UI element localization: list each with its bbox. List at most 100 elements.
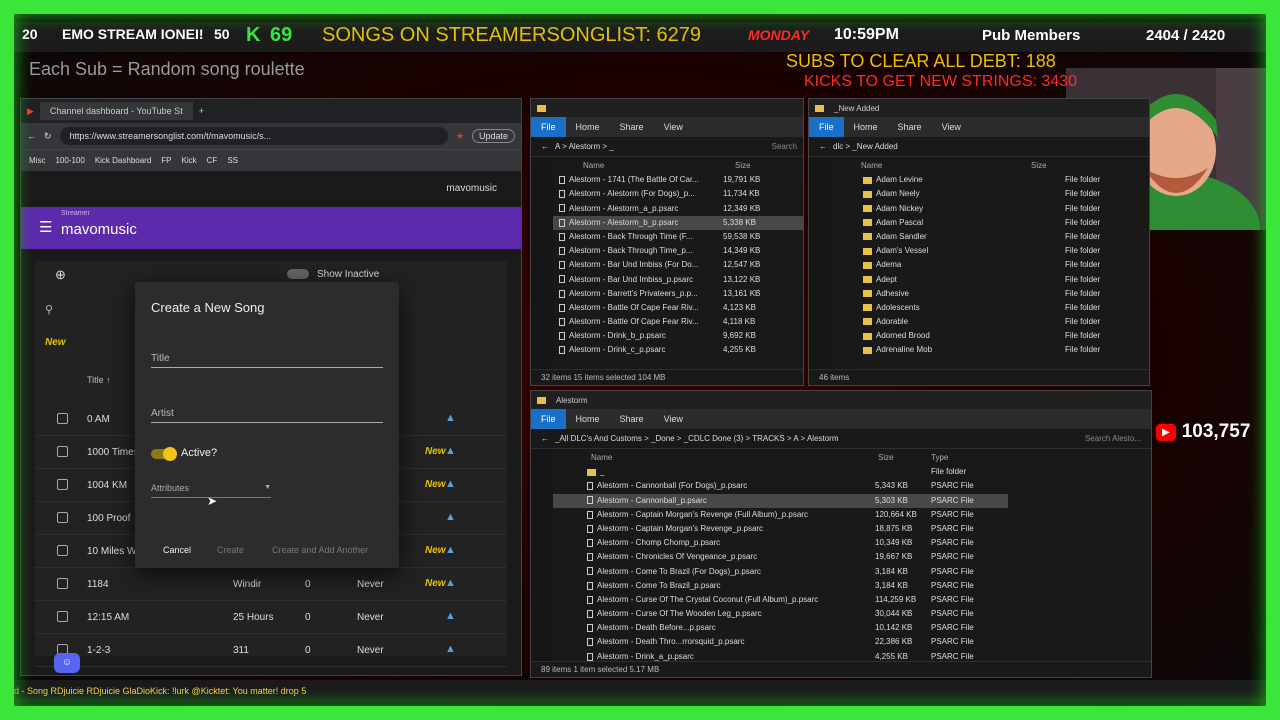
explorer1-path[interactable]: A > Alestorm > _ <box>555 142 614 151</box>
explorer2-path[interactable]: dlc > _New Added <box>833 142 898 151</box>
explorer2-folder-row[interactable]: Adolescents File folder <box>831 301 1149 315</box>
explorer1-file-row[interactable]: Alestorm - Back Through Time_p... 14,349 … <box>553 244 803 258</box>
artist-field[interactable]: Artist <box>151 403 383 423</box>
explorer3-file-row[interactable]: Alestorm - Chronicles Of Vengeance_p.psa… <box>553 550 1008 564</box>
song-row[interactable]: 12:15 AM 25 Hours 0 Never ▲ <box>35 601 507 634</box>
explorer1-file-row[interactable]: Alestorm - Bar Und Imbiss_p.psarc 13,122 … <box>553 273 803 287</box>
explorer3-file-row[interactable]: Alestorm - Captain Morgan's Revenge (Ful… <box>553 508 1008 522</box>
explorer3-file-row[interactable]: Alestorm - Cannonball (For Dogs)_p.psarc… <box>553 479 1008 493</box>
explorer3-file-row[interactable]: Alestorm - Captain Morgan's Revenge_p.ps… <box>553 522 1008 536</box>
explorer1-file-row[interactable]: Alestorm - Alestorm_a_p.psarc 12,349 KB <box>553 202 803 216</box>
row-checkbox[interactable] <box>57 578 68 589</box>
explorer1-file-row[interactable]: Alestorm - Barrett's Privateers_p.p... 13… <box>553 287 803 301</box>
row-checkbox[interactable] <box>57 446 68 457</box>
explorer1-file-row[interactable]: Alestorm - Alestorm_b_p.psarc 5,338 KB <box>553 215 803 230</box>
explorer1-file-row[interactable]: Alestorm - Back Through Time (F... 59,538… <box>553 230 803 244</box>
explorer2-tab-home[interactable]: Home <box>844 122 888 132</box>
bookmark-100[interactable]: 100-100 <box>55 156 84 165</box>
explorer3-file-row[interactable]: Alestorm - Death Thro...rrorsquid_p.psar… <box>553 635 1008 649</box>
bookmark-star-icon[interactable]: ★ <box>456 131 464 142</box>
flame-icon[interactable]: ▲ <box>445 445 456 457</box>
bookmark-kick[interactable]: Kick <box>182 156 197 165</box>
create-add-another-button[interactable]: Create and Add Another <box>272 545 368 555</box>
explorer3-file-row[interactable]: Alestorm - Come To Brazil (For Dogs)_p.p… <box>553 565 1008 579</box>
explorer3-col-name[interactable]: Name <box>591 451 612 465</box>
explorer3-search[interactable]: Search Alesto... <box>1085 434 1141 443</box>
browser-tab-title[interactable]: Channel dashboard - YouTube St <box>39 102 193 120</box>
explorer3-file-row[interactable]: Alestorm - Curse Of The Wooden Leg_p.psa… <box>553 607 1008 621</box>
explorer2-col-size[interactable]: Size <box>1031 159 1047 173</box>
cancel-button[interactable]: Cancel <box>163 545 191 555</box>
explorer3-col-size[interactable]: Size <box>878 451 894 465</box>
explorer1-tab-share[interactable]: Share <box>610 122 654 132</box>
menu-icon[interactable]: ☰ <box>39 218 52 236</box>
flame-icon[interactable]: ▲ <box>445 544 456 556</box>
explorer3-file-row[interactable]: Alestorm - Chomp Chomp_p.psarc 10,349 KB P… <box>553 536 1008 550</box>
row-checkbox[interactable] <box>57 413 68 424</box>
explorer3-col-type[interactable]: Type <box>931 451 948 465</box>
back-icon[interactable]: ← <box>27 131 36 141</box>
explorer3-tab-share[interactable]: Share <box>610 414 654 424</box>
row-checkbox[interactable] <box>57 479 68 490</box>
explorer2-folder-row[interactable]: Adhesive File folder <box>831 287 1149 301</box>
explorer1-tab-view[interactable]: View <box>654 122 693 132</box>
explorer2-folder-row[interactable]: Adam Nickey File folder <box>831 202 1149 216</box>
title-field[interactable]: Title <box>151 348 383 368</box>
bookmark-fp[interactable]: FP <box>161 156 171 165</box>
add-song-icon[interactable]: ⊕ <box>55 267 66 283</box>
toggle-inactive[interactable] <box>287 269 309 279</box>
explorer2-folder-row[interactable]: Adema File folder <box>831 258 1149 272</box>
explorer1-col-size[interactable]: Size <box>735 159 751 173</box>
explorer2-tab-file[interactable]: File <box>809 117 844 137</box>
explorer2-tab-share[interactable]: Share <box>888 122 932 132</box>
explorer2-folder-row[interactable]: Adam Levine File folder <box>831 173 1149 187</box>
flame-icon[interactable]: ▲ <box>445 412 456 424</box>
explorer1-tab-home[interactable]: Home <box>566 122 610 132</box>
explorer2-tab-view[interactable]: View <box>932 122 971 132</box>
address-bar[interactable]: https://www.streamersonglist.com/t/mavom… <box>59 127 448 145</box>
new-tab-button[interactable]: + <box>199 106 204 116</box>
explorer1-file-row[interactable]: Alestorm - Battle Of Cape Fear Riv... 4,1… <box>553 315 803 329</box>
back-icon[interactable]: ← <box>541 434 549 443</box>
explorer1-file-row[interactable]: Alestorm - Battle Of Cape Fear Riv... 4,1… <box>553 301 803 315</box>
flame-icon[interactable]: ▲ <box>445 478 456 490</box>
create-button[interactable]: Create <box>217 545 244 555</box>
explorer2-col-name[interactable]: Name <box>861 159 882 173</box>
update-button[interactable]: Update <box>471 129 515 143</box>
flame-icon[interactable]: ▲ <box>445 643 456 655</box>
row-checkbox[interactable] <box>57 545 68 556</box>
explorer3-file-row[interactable]: Alestorm - Cannonball_p.psarc 5,303 KB PSA… <box>553 493 1008 508</box>
reload-icon[interactable]: ↻ <box>44 131 52 142</box>
explorer3-file-row[interactable]: Alestorm - Come To Brazil_p.psarc 3,184 K… <box>553 579 1008 593</box>
row-checkbox[interactable] <box>57 611 68 622</box>
flame-icon[interactable]: ▲ <box>445 577 456 589</box>
explorer1-file-row[interactable]: Alestorm - Drink_c_p.psarc 4,255 KB <box>553 343 803 357</box>
explorer2-folder-row[interactable]: Adrenaline Mob File folder <box>831 343 1149 357</box>
bookmark-ss[interactable]: SS <box>227 156 238 165</box>
song-row[interactable]: 1184 Windir 0 Never New ▲ <box>35 568 507 601</box>
explorer2-folder-row[interactable]: Adorable File folder <box>831 315 1149 329</box>
explorer2-folder-row[interactable]: Adam Pascal File folder <box>831 216 1149 230</box>
explorer1-search[interactable]: Search <box>772 142 797 151</box>
explorer2-folder-row[interactable]: Adam Neely File folder <box>831 187 1149 201</box>
explorer3-file-row[interactable]: Alestorm - Curse Of The Crystal Coconut … <box>553 593 1008 607</box>
flame-icon[interactable]: ▲ <box>445 511 456 523</box>
bookmark-kick-dashboard[interactable]: Kick Dashboard <box>95 156 151 165</box>
explorer2-folder-row[interactable]: Adept File folder <box>831 273 1149 287</box>
back-icon[interactable]: ← <box>819 142 827 151</box>
explorer3-path[interactable]: _All DLC's And Customs > _Done > _CDLC D… <box>555 434 839 443</box>
explorer1-file-row[interactable]: Alestorm - Drink_b_p.psarc 9,692 KB <box>553 329 803 343</box>
title-column-header[interactable]: Title ↑ <box>87 375 111 385</box>
explorer1-file-row[interactable]: Alestorm - 1741 (The Battle Of Car... 19,… <box>553 173 803 187</box>
bookmark-misc[interactable]: Misc <box>29 156 45 165</box>
explorer3-file-row[interactable]: Alestorm - Death Before...p.psarc 10,142 … <box>553 621 1008 635</box>
flame-icon[interactable]: ▲ <box>445 610 456 622</box>
explorer2-folder-row[interactable]: Adam Sandler File folder <box>831 230 1149 244</box>
explorer1-tab-file[interactable]: File <box>531 117 566 137</box>
explorer3-tab-home[interactable]: Home <box>566 414 610 424</box>
explorer1-file-row[interactable]: Alestorm - Alestorm (For Dogs)_p... 11,73… <box>553 187 803 201</box>
back-icon[interactable]: ← <box>541 142 549 151</box>
active-toggle[interactable] <box>151 447 177 461</box>
explorer3-file-row[interactable]: _ File folder <box>553 465 1008 479</box>
row-checkbox[interactable] <box>57 512 68 523</box>
